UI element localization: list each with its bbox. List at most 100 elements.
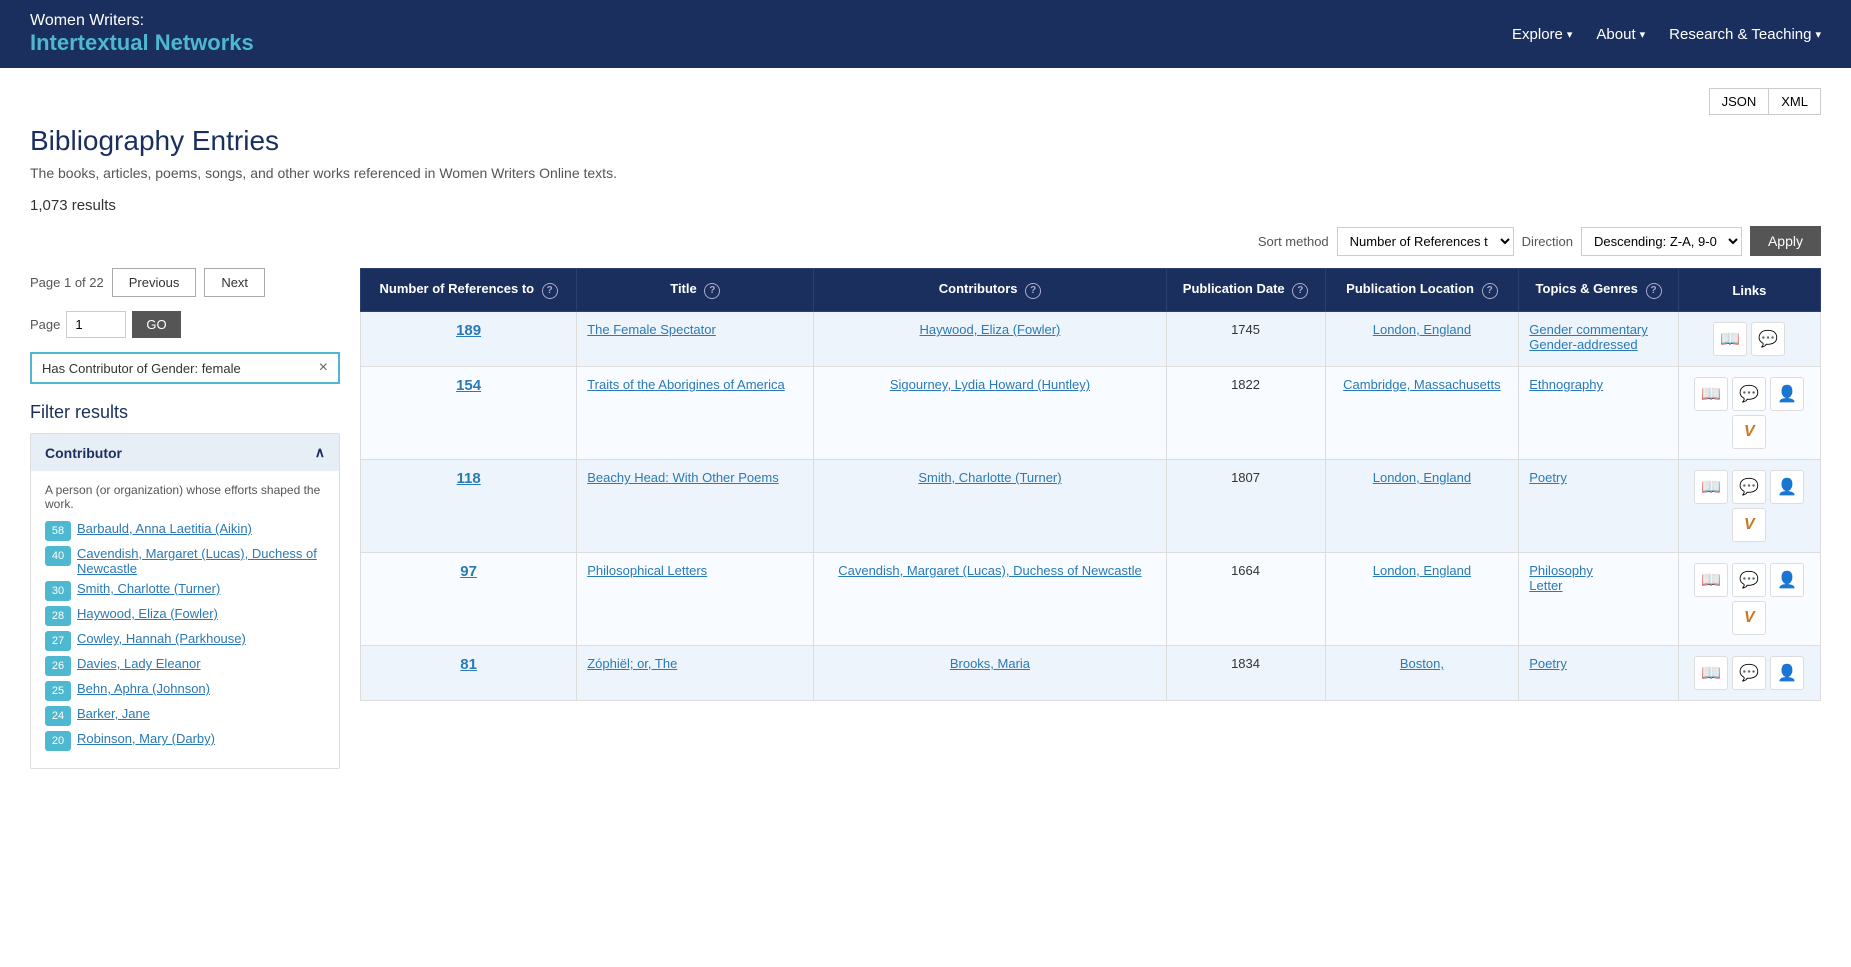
genre-link-1-0[interactable]: Ethnography (1529, 377, 1668, 392)
contributors-help-icon[interactable]: ? (1025, 283, 1041, 299)
page-label: Page (30, 317, 60, 332)
ref-count-link-4[interactable]: 81 (460, 656, 477, 673)
loc-link-0[interactable]: London, England (1373, 322, 1471, 337)
person-link-btn-1[interactable]: 👤 (1770, 377, 1804, 411)
filter-link-5[interactable]: Davies, Lady Eleanor (77, 656, 201, 671)
loc-link-4[interactable]: Boston, (1400, 656, 1444, 671)
title-link-0[interactable]: The Female Spectator (587, 322, 716, 337)
book-link-btn-0[interactable]: 📖 (1713, 322, 1747, 356)
sort-bar: Sort method Number of References t Direc… (30, 226, 1821, 256)
filter-link-0[interactable]: Barbauld, Anna Laetitia (Aikin) (77, 521, 252, 536)
person-link-btn-3[interactable]: 👤 (1770, 563, 1804, 597)
topics-cell-1: Ethnography (1519, 367, 1679, 460)
pub-date-help-icon[interactable]: ? (1292, 283, 1308, 299)
person-link-btn-2[interactable]: 👤 (1770, 470, 1804, 504)
page-input[interactable] (66, 311, 126, 338)
bibliography-table: Number of References to ? Title ? Contri… (360, 268, 1821, 701)
loc-link-2[interactable]: London, England (1373, 470, 1471, 485)
col-header-pub-date: Publication Date ? (1166, 269, 1325, 312)
loc-link-3[interactable]: London, England (1373, 563, 1471, 578)
contrib-link-1[interactable]: Sigourney, Lydia Howard (Huntley) (890, 377, 1090, 392)
filter-item-0: 58 Barbauld, Anna Laetitia (Aikin) (45, 521, 325, 541)
ref-count-link-0[interactable]: 189 (456, 322, 481, 339)
filter-link-7[interactable]: Barker, Jane (77, 706, 150, 721)
nav-about[interactable]: About (1596, 26, 1645, 43)
genre-link-3-0[interactable]: Philosophy (1529, 563, 1668, 578)
v-link-btn-1[interactable]: V (1732, 415, 1766, 449)
filter-item-6: 25 Behn, Aphra (Johnson) (45, 681, 325, 701)
contrib-link-3[interactable]: Cavendish, Margaret (Lucas), Duchess of … (838, 563, 1141, 578)
title-link-1[interactable]: Traits of the Aborigines of America (587, 377, 785, 392)
contributor-label: Contributor (45, 445, 122, 461)
filter-link-1[interactable]: Cavendish, Margaret (Lucas), Duchess of … (77, 546, 325, 576)
v-link-btn-2[interactable]: V (1732, 508, 1766, 542)
filter-count-7: 24 (45, 706, 71, 726)
page-title: Bibliography Entries (30, 125, 1821, 157)
direction-select[interactable]: Descending: Z-A, 9-0 (1581, 227, 1742, 256)
chat-link-btn-1[interactable]: 💬 (1732, 377, 1766, 411)
ref-count-cell-1: 154 (361, 367, 577, 460)
contrib-link-2[interactable]: Smith, Charlotte (Turner) (918, 470, 1061, 485)
filter-link-3[interactable]: Haywood, Eliza (Fowler) (77, 606, 218, 621)
sort-method-select[interactable]: Number of References t (1337, 227, 1514, 256)
export-json-button[interactable]: JSON (1709, 88, 1769, 115)
genre-link-4-0[interactable]: Poetry (1529, 656, 1668, 671)
next-button[interactable]: Next (204, 268, 265, 297)
ref-count-cell-4: 81 (361, 646, 577, 701)
contrib-link-4[interactable]: Brooks, Maria (950, 656, 1030, 671)
export-row: JSON XML (30, 88, 1821, 115)
genre-link-2-0[interactable]: Poetry (1529, 470, 1668, 485)
person-link-btn-4[interactable]: 👤 (1770, 656, 1804, 690)
topics-help-icon[interactable]: ? (1646, 283, 1662, 299)
genre-link-0-0[interactable]: Gender commentary (1529, 322, 1668, 337)
title-link-3[interactable]: Philosophical Letters (587, 563, 707, 578)
book-link-btn-4[interactable]: 📖 (1694, 656, 1728, 690)
chat-link-btn-4[interactable]: 💬 (1732, 656, 1766, 690)
go-button[interactable]: GO (132, 311, 180, 338)
topics-cell-4: Poetry (1519, 646, 1679, 701)
chat-link-btn-0[interactable]: 💬 (1751, 322, 1785, 356)
links-cell-0: 📖 💬 (1678, 312, 1820, 367)
apply-button[interactable]: Apply (1750, 226, 1821, 256)
pub-location-help-icon[interactable]: ? (1482, 283, 1498, 299)
links-row-4: 📖 💬 👤 (1689, 656, 1810, 690)
pub-location-cell-3: London, England (1325, 553, 1519, 646)
genre-link-3-1[interactable]: Letter (1529, 578, 1668, 593)
loc-link-1[interactable]: Cambridge, Massachusetts (1343, 377, 1501, 392)
brand-line1: Women Writers: (30, 12, 254, 30)
ref-count-cell-2: 118 (361, 460, 577, 553)
contributor-filter-header[interactable]: Contributor ∧ (31, 434, 339, 471)
book-link-btn-1[interactable]: 📖 (1694, 377, 1728, 411)
contrib-link-0[interactable]: Haywood, Eliza (Fowler) (920, 322, 1061, 337)
nav-research-teaching[interactable]: Research & Teaching (1669, 26, 1821, 43)
links-cell-1: 📖 💬 👤 V (1678, 367, 1820, 460)
ref-count-link-1[interactable]: 154 (456, 377, 481, 394)
filter-item-4: 27 Cowley, Hannah (Parkhouse) (45, 631, 325, 651)
title-link-2[interactable]: Beachy Head: With Other Poems (587, 470, 778, 485)
filter-link-8[interactable]: Robinson, Mary (Darby) (77, 731, 215, 746)
contributor-filter-group: Contributor ∧ A person (or organization)… (30, 433, 340, 769)
chat-link-btn-2[interactable]: 💬 (1732, 470, 1766, 504)
nav-explore[interactable]: Explore (1512, 26, 1572, 43)
ref-count-link-2[interactable]: 118 (457, 470, 481, 487)
remove-filter-button[interactable]: × (319, 360, 328, 376)
table-area: Number of References to ? Title ? Contri… (360, 268, 1821, 783)
genre-link-0-1[interactable]: Gender-addressed (1529, 337, 1668, 352)
refs-help-icon[interactable]: ? (542, 283, 558, 299)
filter-link-2[interactable]: Smith, Charlotte (Turner) (77, 581, 220, 596)
title-link-4[interactable]: Zóphiël; or, The (587, 656, 677, 671)
previous-button[interactable]: Previous (112, 268, 197, 297)
book-link-btn-2[interactable]: 📖 (1694, 470, 1728, 504)
pub-date-cell-3: 1664 (1166, 553, 1325, 646)
active-filter-tag: Has Contributor of Gender: female × (30, 352, 340, 384)
book-link-btn-3[interactable]: 📖 (1694, 563, 1728, 597)
v-link-btn-3[interactable]: V (1732, 601, 1766, 635)
filter-count-4: 27 (45, 631, 71, 651)
ref-count-link-3[interactable]: 97 (460, 563, 477, 580)
chat-link-btn-3[interactable]: 💬 (1732, 563, 1766, 597)
title-cell-3: Philosophical Letters (577, 553, 814, 646)
filter-link-4[interactable]: Cowley, Hannah (Parkhouse) (77, 631, 246, 646)
filter-link-6[interactable]: Behn, Aphra (Johnson) (77, 681, 210, 696)
title-help-icon[interactable]: ? (704, 283, 720, 299)
export-xml-button[interactable]: XML (1768, 88, 1821, 115)
